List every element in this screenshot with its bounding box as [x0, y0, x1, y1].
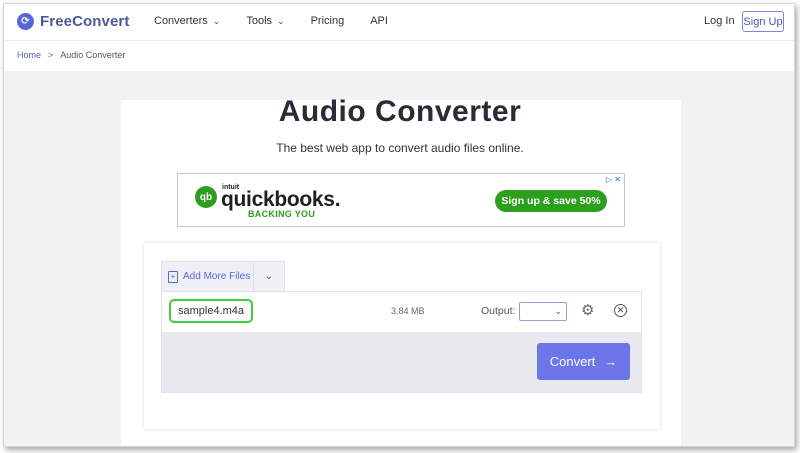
- breadcrumb-current: Audio Converter: [60, 50, 126, 60]
- logo[interactable]: ⟳ FreeConvert: [17, 13, 129, 30]
- file-row: sample4.m4a 3.84 MB Output: ⌄ ⚙ ✕: [162, 292, 641, 332]
- nav-converters-label: Converters: [154, 15, 208, 27]
- logo-icon: ⟳: [17, 13, 34, 30]
- add-file-icon: +: [168, 270, 178, 283]
- add-more-files-label: Add More Files: [183, 271, 251, 282]
- breadcrumb-separator: >: [48, 50, 54, 60]
- top-navigation: ⟳ FreeConvert Converters ⌄ Tools ⌄ Prici…: [4, 4, 794, 40]
- nav-api-label: API: [370, 15, 388, 27]
- chevron-down-icon: ⌄: [554, 306, 562, 316]
- gear-icon[interactable]: ⚙: [581, 302, 594, 320]
- nav-converters[interactable]: Converters ⌄: [154, 15, 220, 27]
- file-size: 3.84 MB: [391, 306, 425, 316]
- nav-tools[interactable]: Tools ⌄: [246, 15, 284, 27]
- nav-pricing[interactable]: Pricing: [311, 15, 345, 27]
- add-more-files-button[interactable]: + Add More Files: [162, 262, 253, 291]
- login-link[interactable]: Log In: [704, 15, 735, 27]
- convert-button-label: Convert: [549, 354, 596, 369]
- add-files-dropdown[interactable]: ⌄: [252, 262, 284, 291]
- close-circle-icon[interactable]: ✕: [614, 304, 627, 317]
- breadcrumb-bar: Home > Audio Converter: [4, 40, 794, 72]
- output-format-select[interactable]: ⌄: [519, 302, 567, 321]
- file-list: sample4.m4a 3.84 MB Output: ⌄ ⚙ ✕ Conver…: [161, 291, 642, 393]
- breadcrumb-home[interactable]: Home: [17, 50, 41, 60]
- chevron-down-icon: ⌄: [277, 15, 285, 26]
- nav-api[interactable]: API: [370, 15, 388, 27]
- logo-text: FreeConvert: [40, 13, 130, 30]
- page-subtitle: The best web app to convert audio files …: [276, 141, 524, 155]
- main-nav: Converters ⌄ Tools ⌄ Pricing API: [154, 15, 414, 27]
- add-files-bar: + Add More Files ⌄: [161, 261, 285, 291]
- nav-tools-label: Tools: [246, 15, 273, 27]
- chevron-down-icon: ⌄: [212, 15, 221, 26]
- breadcrumb: Home > Audio Converter: [17, 50, 125, 60]
- arrow-right-icon: →: [604, 354, 618, 369]
- convert-button[interactable]: Convert →: [537, 343, 630, 380]
- signup-button[interactable]: Sign Up: [742, 11, 784, 32]
- ad-choices-icon[interactable]: ▷ ✕: [606, 175, 621, 184]
- page-title: Audio Converter: [278, 95, 522, 128]
- action-area: Convert →: [162, 332, 641, 392]
- output-label: Output:: [481, 305, 516, 317]
- ad-tagline: BACKING YOU: [248, 209, 316, 219]
- nav-pricing-label: Pricing: [310, 15, 345, 27]
- ad-cta-button[interactable]: Sign up & save 50%: [495, 190, 607, 212]
- advertisement-banner[interactable]: ▷ ✕ qb intuit quickbooks. BACKING YOU Si…: [177, 173, 625, 227]
- file-name: sample4.m4a: [169, 299, 254, 323]
- chevron-down-icon: ⌄: [264, 271, 273, 282]
- quickbooks-logo-icon: qb: [195, 186, 217, 208]
